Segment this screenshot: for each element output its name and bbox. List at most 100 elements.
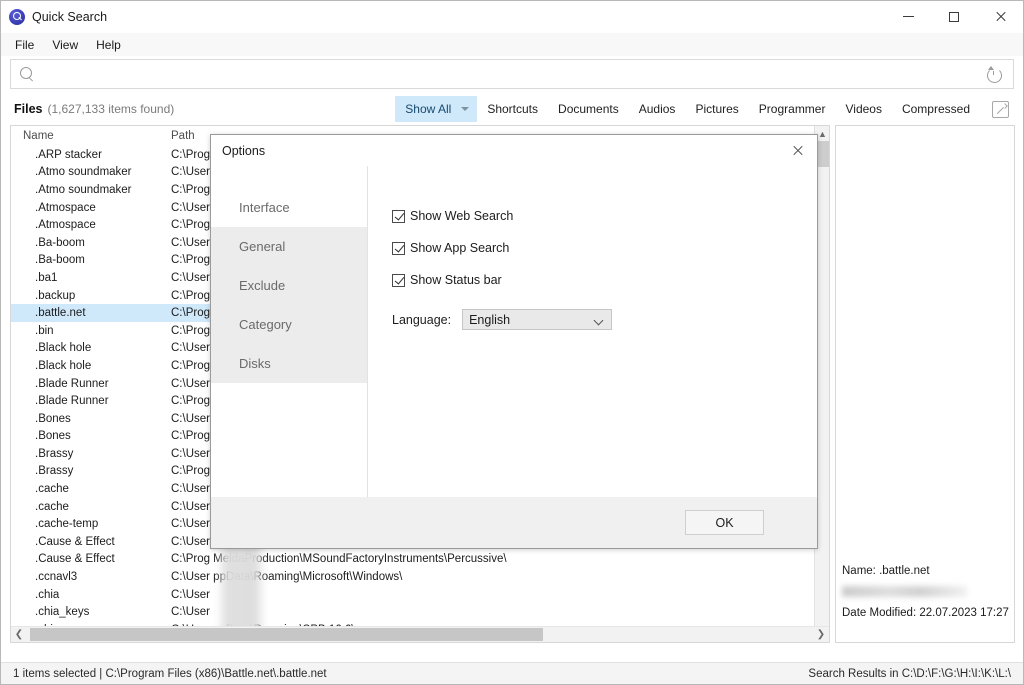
preview-pane: Name: .battle.net Date Modified: 22.07.2… [835,125,1015,643]
status-bar: 1 items selected | C:\Program Files (x86… [1,662,1023,684]
cell-name: .Brassy [35,465,74,478]
dialog-body: Interface General Exclude Category Disks… [211,166,817,499]
cell-name: .Brassy [35,447,74,460]
cell-name: .Atmospace [35,219,96,232]
scroll-left-icon[interactable]: ❮ [11,627,27,642]
menu-item-help[interactable]: Help [87,35,130,55]
table-row[interactable]: .chia_keys C:\User [11,603,829,621]
cell-name: .chia_keys [35,606,90,619]
detail-name: Name: .battle.net [842,565,930,577]
option-show-app-search[interactable]: Show App Search [392,241,817,255]
file-details: Name: .battle.net Date Modified: 22.07.2… [836,565,1014,642]
language-selected-value: English [469,312,511,327]
window-controls [885,1,1023,33]
nav-item-category[interactable]: Category [211,305,367,344]
checkbox-show-app-search[interactable] [392,241,405,255]
dialog-content-interface: Show Web Search Show App Search Show Sta… [368,166,817,499]
table-row[interactable]: .chia C:\User [11,586,829,604]
option-show-web-search[interactable]: Show Web Search [392,209,817,223]
tab-documents[interactable]: Documents [548,96,629,122]
cell-name: .Cause & Effect [35,535,115,548]
nav-item-disks[interactable]: Disks [211,344,367,383]
cell-name: .Ba-boom [35,236,85,249]
filter-tabs: Show All Shortcuts Documents Audios Pict… [395,96,1023,122]
search-icon [20,66,35,82]
tab-shortcuts[interactable]: Shortcuts [477,96,548,122]
nav-item-general[interactable]: General [211,227,367,266]
dialog-close-button[interactable] [777,135,817,166]
tab-pictures[interactable]: Pictures [685,96,748,122]
title-bar: Quick Search [1,1,1023,33]
cell-name: .Atmospace [35,201,96,214]
table-row[interactable]: .Cause & Effect C:\Prog MeldaProduction\M… [11,551,829,569]
menu-item-view[interactable]: View [43,35,87,55]
cell-name: .Cause & Effect [35,553,115,566]
checkbox-show-web-search[interactable] [392,209,405,223]
dialog-title-bar: Options [211,135,817,166]
language-row: Language: English [392,309,817,330]
tab-show-all[interactable]: Show All [395,96,478,122]
menu-bar: File View Help [1,33,1023,56]
nav-item-exclude[interactable]: Exclude [211,266,367,305]
status-search-scope: Search Results in C:\D:\F:\G:\H:\I:\K:\L… [808,667,1011,680]
cell-name: .Black hole [35,342,92,355]
cell-name: .Blade Runner [35,377,109,390]
label-show-status-bar: Show Status bar [410,273,502,287]
cell-name: .Ba-boom [35,254,85,267]
chevron-down-icon [593,315,604,326]
tab-audios[interactable]: Audios [629,96,686,122]
cell-name: .ccnavl3 [35,571,78,584]
menu-item-file[interactable]: File [6,35,43,55]
tab-show-all-label: Show All [405,102,452,116]
tab-programmer[interactable]: Programmer [749,96,836,122]
table-row[interactable]: .ccnavl3 C:\User ppData\Roaming\Microsoft… [11,568,829,586]
cell-name: .battle.net [35,307,86,320]
minimize-button[interactable] [885,1,931,33]
search-circle-icon [9,8,25,25]
close-button[interactable] [977,1,1023,33]
dialog-nav: Interface General Exclude Category Disks [211,166,368,499]
column-header-name[interactable]: Name [11,130,166,142]
cell-name: .ba1 [35,271,58,284]
options-dialog: Options Interface General Exclude Catego… [210,134,818,549]
cell-name: .cache-temp [35,518,99,531]
list-horizontal-scrollbar[interactable]: ❮ ❯ [11,626,829,642]
scroll-right-icon[interactable]: ❯ [813,627,829,642]
maximize-button[interactable] [931,1,977,33]
cell-name: .cache [35,483,69,496]
horizontal-scroll-thumb[interactable] [30,628,543,641]
cell-name: .Atmo soundmaker [35,183,132,196]
dialog-title: Options [222,143,266,158]
cell-name: .cache [35,500,69,513]
minimize-icon [902,16,914,17]
close-icon [792,145,803,156]
cell-name: .Black hole [35,359,92,372]
cell-name: .Atmo soundmaker [35,166,132,179]
cell-name: .ARP stacker [35,148,102,161]
ok-button[interactable]: OK [685,510,764,535]
quick-search-window: Quick Search File View Help Files (1,627… [0,0,1024,685]
detail-date-modified: Date Modified: 22.07.2023 17:27 [842,607,1009,619]
horizontal-scroll-track[interactable] [27,627,813,642]
search-bar[interactable] [10,59,1014,89]
language-select[interactable]: English [462,309,613,330]
label-show-web-search: Show Web Search [410,209,514,223]
tab-compressed[interactable]: Compressed [892,96,980,122]
cell-name: .Blade Runner [35,395,109,408]
cell-name: .Bones [35,430,71,443]
maximize-icon [949,11,959,22]
tab-videos[interactable]: Videos [835,96,891,122]
history-icon[interactable] [986,65,1003,83]
files-label: Files [14,102,43,116]
window-title: Quick Search [32,9,108,24]
search-input[interactable] [43,61,986,87]
dialog-footer: OK [211,497,817,548]
checkbox-show-status-bar[interactable] [392,273,405,287]
edit-icon[interactable] [992,100,1009,118]
cell-name: .backup [35,289,76,302]
chevron-down-icon[interactable] [461,107,470,111]
nav-item-interface[interactable]: Interface [211,188,367,227]
cell-name: .chia [35,588,60,601]
option-show-status-bar[interactable]: Show Status bar [392,273,817,287]
cell-name: .Bones [35,412,71,425]
